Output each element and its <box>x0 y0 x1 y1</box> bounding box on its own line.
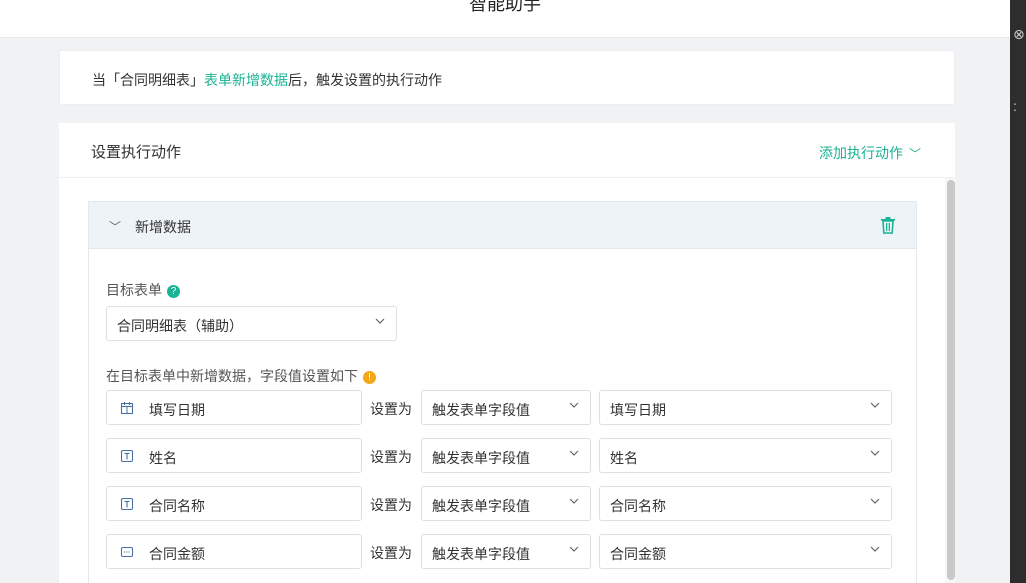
value-source: 触发表单字段值 <box>432 546 530 562</box>
field-row: 填写日期 设置为 触发表单字段值 填写日期 <box>106 390 892 425</box>
target-form-value: 合同明细表（辅助） <box>117 318 243 334</box>
number-field-icon <box>120 545 134 559</box>
chevron-down-icon: ﹀ <box>908 147 921 161</box>
field-name: 合同金额 <box>149 546 205 562</box>
value-source: 触发表单字段值 <box>432 402 530 418</box>
dialog-header: 智能助手 <box>0 0 1010 38</box>
target-form-label: 目标表单? <box>106 280 180 300</box>
chevron-down-icon <box>870 448 880 457</box>
field-name-box[interactable]: 姓名 <box>106 438 362 473</box>
value-source-select[interactable]: 触发表单字段值 <box>421 534 591 569</box>
trigger-event[interactable]: 表单新增数据 <box>204 72 288 88</box>
actions-header: 设置执行动作 添加执行动作 ﹀ <box>59 123 955 178</box>
trigger-prefix: 当「合同明细表」 <box>92 72 204 88</box>
set-as-label: 设置为 <box>370 545 412 561</box>
source-field: 填写日期 <box>610 402 666 418</box>
scrollbar[interactable] <box>945 178 955 583</box>
field-name-box[interactable]: 合同金额 <box>106 534 362 569</box>
field-settings-label-text: 在目标表单中新增数据，字段值设置如下 <box>106 368 358 384</box>
field-name-box[interactable]: 填写日期 <box>106 390 362 425</box>
text-field-icon <box>120 497 134 511</box>
set-as-label: 设置为 <box>370 449 412 465</box>
action-panel-header[interactable]: ﹀ 新增数据 <box>89 202 916 249</box>
field-row: 姓名 设置为 触发表单字段值 姓名 <box>106 438 892 473</box>
dialog-title: 智能助手 <box>469 0 541 14</box>
trash-icon[interactable] <box>880 216 896 234</box>
right-edge-strip: ⊗ : <box>1010 0 1026 583</box>
trigger-summary-card: 当「合同明细表」表单新增数据后，触发设置的执行动作 <box>59 50 955 105</box>
chevron-down-icon <box>870 400 880 409</box>
source-field-select[interactable]: 填写日期 <box>599 390 892 425</box>
value-source-select[interactable]: 触发表单字段值 <box>421 486 591 521</box>
value-source: 触发表单字段值 <box>432 450 530 466</box>
action-panel-add-data: ﹀ 新增数据 目标表单? 合同明细表（辅助） 在目标表单中新增数据，字段值设置如… <box>88 201 917 583</box>
chevron-down-icon <box>870 544 880 553</box>
field-row: 合同名称 设置为 触发表单字段值 合同名称 <box>106 486 892 521</box>
field-name: 填写日期 <box>149 402 205 418</box>
chevron-down-icon <box>569 400 579 409</box>
set-as-label: 设置为 <box>370 401 412 417</box>
source-field: 合同名称 <box>610 498 666 514</box>
set-as-label: 设置为 <box>370 497 412 513</box>
collapse-chevron-icon[interactable]: ﹀ <box>109 218 121 235</box>
field-row: 合同金额 设置为 触发表单字段值 合同金额 <box>106 534 892 569</box>
chevron-down-icon <box>569 496 579 505</box>
chevron-down-icon <box>569 448 579 457</box>
add-action-button[interactable]: 添加执行动作 ﹀ <box>819 143 921 163</box>
more-icon[interactable]: : <box>1013 98 1017 114</box>
value-source-select[interactable]: 触发表单字段值 <box>421 438 591 473</box>
trigger-suffix: 后，触发设置的执行动作 <box>288 72 442 88</box>
actions-title: 设置执行动作 <box>91 144 182 161</box>
action-panel-title: 新增数据 <box>135 219 191 235</box>
field-name: 合同名称 <box>149 498 205 514</box>
chevron-down-icon <box>569 544 579 553</box>
calendar-icon <box>120 401 134 415</box>
dialog-body: 当「合同明细表」表单新增数据后，触发设置的执行动作 设置执行动作 添加执行动作 ﹀… <box>0 38 1010 583</box>
value-source-select[interactable]: 触发表单字段值 <box>421 390 591 425</box>
value-source: 触发表单字段值 <box>432 498 530 514</box>
field-name: 姓名 <box>149 450 177 466</box>
info-icon[interactable]: ! <box>363 371 376 384</box>
scrollbar-thumb[interactable] <box>947 180 955 580</box>
chevron-down-icon <box>375 316 385 325</box>
target-form-select[interactable]: 合同明细表（辅助） <box>106 306 397 341</box>
actions-card: 设置执行动作 添加执行动作 ﹀ ﹀ 新增数据 目标表单? 合同明细表（辅助） 在… <box>59 123 955 583</box>
target-form-label-text: 目标表单 <box>106 282 162 298</box>
trigger-summary: 当「合同明细表」表单新增数据后，触发设置的执行动作 <box>92 70 442 90</box>
help-icon[interactable]: ? <box>167 285 180 298</box>
field-name-box[interactable]: 合同名称 <box>106 486 362 521</box>
text-field-icon <box>120 449 134 463</box>
source-field: 合同金额 <box>610 546 666 562</box>
source-field-select[interactable]: 合同金额 <box>599 534 892 569</box>
close-icon[interactable]: ⊗ <box>1013 26 1025 43</box>
add-action-label: 添加执行动作 <box>818 145 903 161</box>
chevron-down-icon <box>870 496 880 505</box>
source-field-select[interactable]: 姓名 <box>599 438 892 473</box>
field-settings-label: 在目标表单中新增数据，字段值设置如下! <box>106 366 376 386</box>
source-field: 姓名 <box>610 450 638 466</box>
source-field-select[interactable]: 合同名称 <box>599 486 892 521</box>
